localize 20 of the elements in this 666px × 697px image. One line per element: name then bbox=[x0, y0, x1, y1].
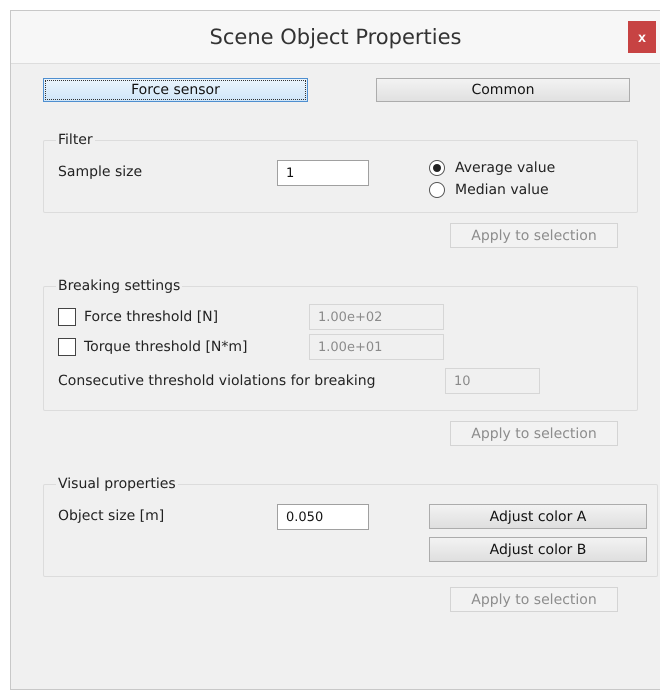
field-label: Consecutive threshold violations for breaking bbox=[58, 373, 377, 389]
checkbox-label: Torque threshold [N*m] bbox=[84, 339, 248, 355]
tab[interactable]: Force sensor bbox=[43, 78, 308, 102]
group-title: Visual properties bbox=[57, 476, 177, 492]
radio-label: Median value bbox=[455, 182, 549, 198]
field-label: Sample size bbox=[58, 163, 144, 180]
field-label: Object size [m] bbox=[58, 507, 166, 524]
object-size-field[interactable]: 0.050 bbox=[277, 504, 369, 530]
radio-button[interactable] bbox=[429, 182, 445, 198]
adjust-color-button[interactable]: Adjust color B bbox=[429, 537, 647, 562]
tab[interactable]: Common bbox=[376, 78, 630, 102]
checkbox-label: Force threshold [N] bbox=[84, 309, 220, 325]
radio-label: Average value bbox=[455, 160, 556, 176]
sample-size-field[interactable]: 1 bbox=[277, 160, 369, 186]
group-title: Breaking settings bbox=[57, 278, 182, 294]
group-title: Filter bbox=[57, 132, 94, 148]
adjust-color-button[interactable]: Adjust color A bbox=[429, 504, 647, 529]
radio-button[interactable] bbox=[429, 160, 445, 176]
window-title: Scene Object Properties bbox=[210, 25, 462, 49]
close-button[interactable]: x bbox=[628, 21, 656, 53]
